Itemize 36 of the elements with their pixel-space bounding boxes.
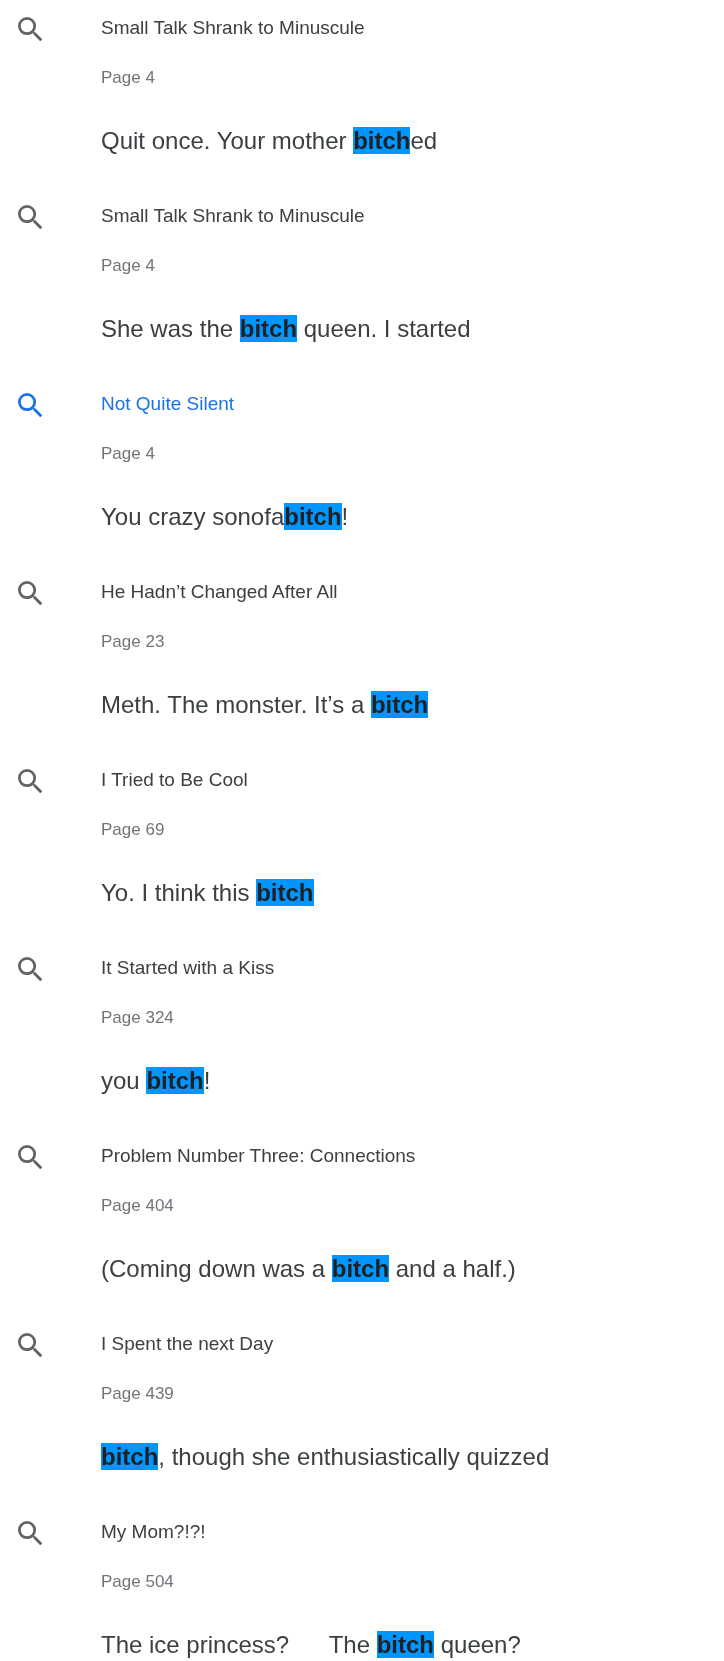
search-icon	[18, 581, 43, 606]
chapter-title-link[interactable]: Problem Number Three: Connections	[101, 1141, 416, 1171]
search-icon	[18, 1145, 43, 1170]
page-number: Page 4	[101, 255, 155, 277]
page-number: Page 23	[101, 631, 165, 653]
result-snippet: She was the bitch queen. I started	[101, 314, 471, 344]
chapter-title-link[interactable]: Not Quite Silent	[101, 389, 235, 419]
page-number: Page 439	[101, 1383, 174, 1405]
chapter-title-link[interactable]: He Hadn’t Changed After All	[101, 577, 338, 607]
result-snippet: Yo. I think this bitch	[101, 878, 314, 908]
search-icon	[18, 393, 43, 418]
search-icon	[18, 1333, 43, 1358]
chapter-title-link[interactable]: I Tried to Be Cool	[101, 765, 248, 795]
chapter-title-link[interactable]: Small Talk Shrank to Minuscule	[101, 13, 365, 43]
search-icon	[18, 1521, 43, 1546]
result-snippet: The ice princess? The bitch queen?	[101, 1630, 521, 1660]
search-icon	[18, 769, 43, 794]
result-snippet: you bitch!	[101, 1066, 211, 1096]
result-snippet: Quit once. Your mother bitched	[101, 126, 438, 156]
page-number: Page 324	[101, 1007, 174, 1029]
page-number: Page 404	[101, 1195, 174, 1217]
page-number: Page 4	[101, 67, 155, 89]
result-snippet: Meth. The monster. It’s a bitch	[101, 690, 429, 720]
search-icon	[18, 17, 43, 42]
search-icon	[18, 957, 43, 982]
page-number: Page 69	[101, 819, 165, 841]
search-icon	[18, 205, 43, 230]
chapter-title-link[interactable]: My Mom?!?!	[101, 1517, 206, 1547]
result-snippet: (Coming down was a bitch and a half.)	[101, 1254, 516, 1284]
page-number: Page 4	[101, 443, 155, 465]
page-number: Page 504	[101, 1571, 174, 1593]
result-snippet: bitch, though she enthusiastically quizzed	[101, 1442, 550, 1472]
result-snippet: You crazy sonofabitch!	[101, 502, 349, 532]
chapter-title-link[interactable]: It Started with a Kiss	[101, 953, 275, 983]
chapter-title-link[interactable]: I Spent the next Day	[101, 1329, 274, 1359]
chapter-title-link[interactable]: Small Talk Shrank to Minuscule	[101, 201, 365, 231]
